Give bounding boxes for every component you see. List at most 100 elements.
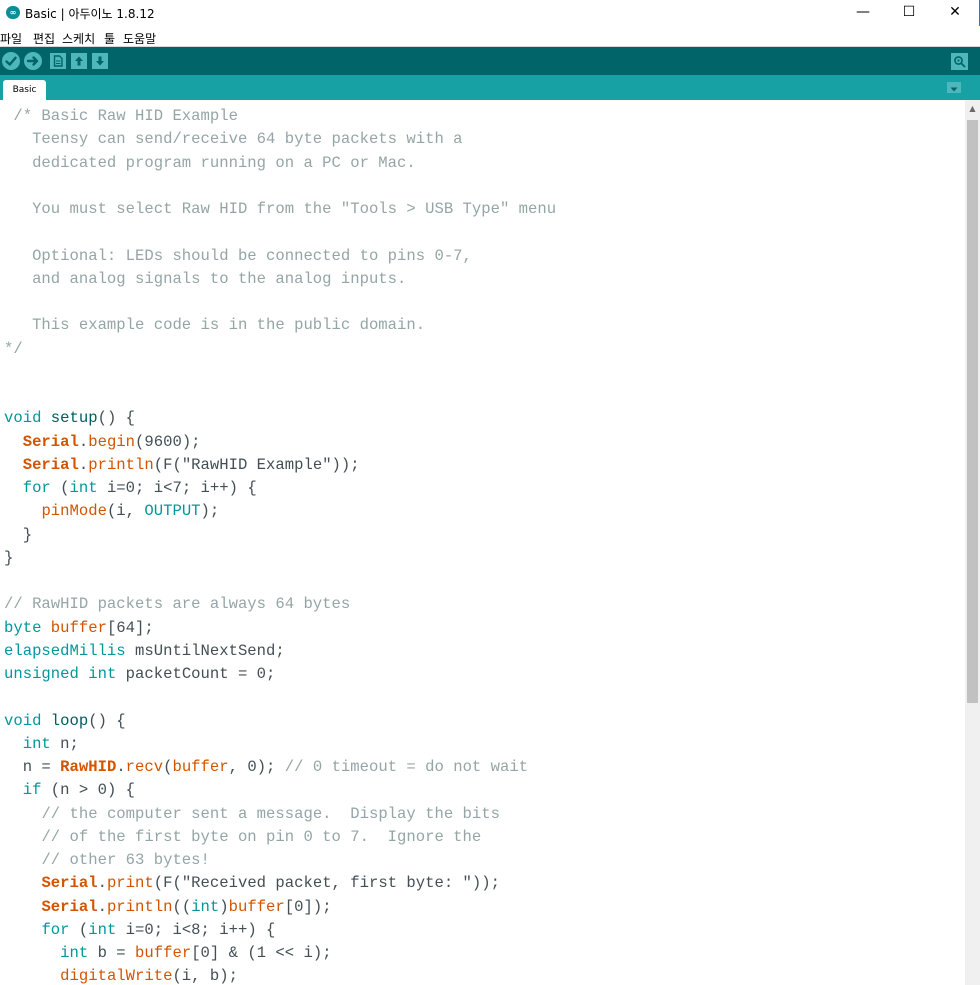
minimize-button[interactable]: — xyxy=(840,0,886,26)
code-token: ) xyxy=(219,897,229,916)
code-token: */ xyxy=(4,339,23,358)
code-token: int xyxy=(191,897,220,916)
code-token: Serial xyxy=(22,455,79,474)
code-line[interactable] xyxy=(4,384,556,407)
code-line[interactable]: Teensy can send/receive 64 byte packets … xyxy=(4,128,556,151)
code-token: for xyxy=(41,920,70,939)
verify-icon[interactable] xyxy=(2,52,20,70)
scrollbar-thumb[interactable] xyxy=(967,120,978,703)
code-line[interactable]: for (int i=0; i<8; i++) { xyxy=(4,919,556,942)
code-token: // other 63 bytes! xyxy=(41,851,210,869)
menu-sketch[interactable]: 스케치 xyxy=(62,30,95,47)
code-line[interactable]: } xyxy=(4,547,556,570)
serial-monitor-icon[interactable] xyxy=(951,53,968,70)
code-line[interactable]: You must select Raw HID from the "Tools … xyxy=(4,198,556,221)
code-line[interactable]: /* Basic Raw HID Example xyxy=(4,105,556,128)
code-token: (9600); xyxy=(135,432,201,451)
code-line[interactable]: for (int i=0; i<7; i++) { xyxy=(4,477,556,500)
code-token: . xyxy=(97,874,107,893)
code-line[interactable]: Serial.begin(9600); xyxy=(4,431,556,454)
code-line[interactable] xyxy=(4,291,556,314)
code-token: Serial xyxy=(22,432,79,451)
open-icon[interactable] xyxy=(71,53,87,69)
menu-file[interactable]: 파일 xyxy=(0,30,22,47)
code-line[interactable] xyxy=(4,175,556,198)
new-icon[interactable] xyxy=(50,53,66,69)
code-editor[interactable]: /* Basic Raw HID Example Teensy can send… xyxy=(0,100,965,985)
code-token: buffer xyxy=(228,897,285,916)
code-token: } xyxy=(4,548,14,567)
code-token: (n > 0) { xyxy=(41,781,136,800)
code-line[interactable]: int b = buffer[0] & (1 << i); xyxy=(4,942,556,965)
code-text[interactable]: /* Basic Raw HID Example Teensy can send… xyxy=(4,105,556,985)
code-line[interactable]: // other 63 bytes! xyxy=(4,849,556,872)
code-token: (F("Received packet, first byte: ")); xyxy=(153,874,500,893)
code-line[interactable]: byte buffer[64]; xyxy=(4,617,556,640)
code-line[interactable]: pinMode(i, OUTPUT); xyxy=(4,500,556,523)
code-line[interactable]: and analog signals to the analog inputs. xyxy=(4,268,556,291)
code-token: n = xyxy=(4,758,61,776)
code-line[interactable]: Serial.println((int)buffer[0]); xyxy=(4,896,556,919)
code-line[interactable]: void loop() { xyxy=(4,710,556,733)
code-line[interactable]: Serial.print(F("Received packet, first b… xyxy=(4,872,556,895)
code-token: ( xyxy=(69,920,89,939)
code-line[interactable]: if (n > 0) { xyxy=(4,779,556,802)
code-line[interactable] xyxy=(4,570,556,593)
code-token: (i, b); xyxy=(172,967,238,985)
save-icon[interactable] xyxy=(92,53,108,69)
code-line[interactable]: int n; xyxy=(4,733,556,756)
code-line[interactable]: Serial.println(F("RawHID Example")); xyxy=(4,454,556,477)
upload-icon[interactable] xyxy=(24,52,42,70)
code-line[interactable]: // RawHID packets are always 64 bytes xyxy=(4,593,556,616)
code-line[interactable] xyxy=(4,221,556,244)
code-token: . xyxy=(78,455,89,474)
code-line[interactable]: digitalWrite(i, b); xyxy=(4,965,556,985)
code-token: dedicated program running on a PC or Mac… xyxy=(4,153,416,172)
code-line[interactable]: void setup() { xyxy=(4,407,556,430)
code-line[interactable] xyxy=(4,686,556,709)
code-token: packetCount = 0; xyxy=(116,665,276,683)
code-line[interactable]: // the computer sent a message. Display … xyxy=(4,803,556,826)
menu-tools[interactable]: 툴 xyxy=(104,30,115,47)
code-token: buffer xyxy=(135,944,192,962)
code-line[interactable] xyxy=(4,361,556,384)
tab-menu-button[interactable] xyxy=(947,82,961,93)
code-line[interactable]: dedicated program running on a PC or Mac… xyxy=(4,152,556,175)
code-line[interactable]: Optional: LEDs should be connected to pi… xyxy=(4,245,556,268)
code-token: println xyxy=(106,897,173,916)
arduino-logo-icon: ∞ xyxy=(6,6,20,19)
code-line[interactable]: unsigned int packetCount = 0; xyxy=(4,663,556,686)
code-token: Teensy can send/receive 64 byte packets … xyxy=(4,130,463,149)
code-token: [0] & (1 << i); xyxy=(191,944,332,962)
code-line[interactable]: } xyxy=(4,524,556,547)
code-token: int xyxy=(88,665,117,683)
menu-edit[interactable]: 편집 xyxy=(33,30,55,47)
code-token: begin xyxy=(88,432,136,451)
close-button[interactable]: ✕ xyxy=(932,0,978,26)
menu-help[interactable]: 도움말 xyxy=(123,30,156,47)
code-token: setup xyxy=(50,409,98,428)
code-token: void xyxy=(4,409,42,428)
maximize-button[interactable]: ☐ xyxy=(886,0,932,26)
code-token: // of the first byte on pin 0 to 7. Igno… xyxy=(41,827,482,846)
code-token: Serial xyxy=(41,897,98,916)
code-line[interactable]: // of the first byte on pin 0 to 7. Igno… xyxy=(4,826,556,849)
code-token: buffer xyxy=(172,758,229,776)
code-line[interactable]: */ xyxy=(4,338,556,361)
code-line[interactable]: elapsedMillis msUntilNextSend; xyxy=(4,640,556,663)
code-token: (( xyxy=(172,897,192,916)
vertical-scrollbar[interactable]: ▲ xyxy=(965,100,980,985)
title-bar: ∞ Basic | 아두이노 1.8.12 — ☐ ✕ xyxy=(0,0,980,26)
code-token: i=0; i<8; i++) { xyxy=(116,920,276,939)
code-line[interactable]: This example code is in the public domai… xyxy=(4,314,556,337)
code-token: // RawHID packets are always 64 bytes xyxy=(4,595,351,614)
scroll-up-arrow-icon[interactable]: ▲ xyxy=(965,100,980,117)
tab-basic[interactable]: Basic xyxy=(3,80,46,100)
code-line[interactable]: n = RawHID.recv(buffer, 0); // 0 timeout… xyxy=(4,756,556,779)
